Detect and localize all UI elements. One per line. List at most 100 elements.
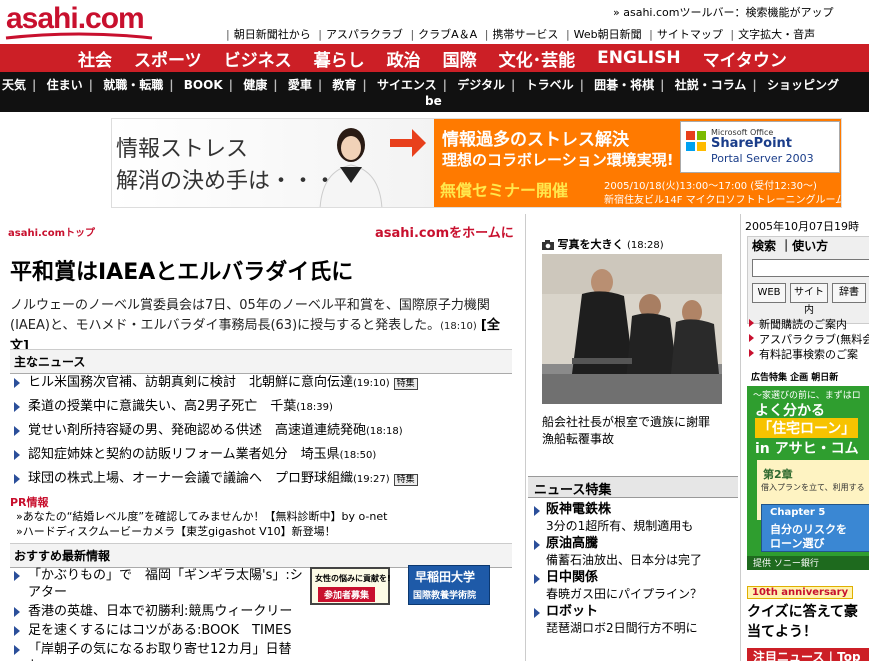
nav-international[interactable]: 国際: [443, 46, 477, 71]
toolbar-promo-link[interactable]: » asahi.comツールバー：検索機能がアップ: [613, 4, 833, 20]
triangle-bullet-icon: [14, 645, 20, 655]
feature-item[interactable]: 日中関係 春暁ガス田にパイプライン？: [534, 570, 738, 602]
lead-time: (18:10): [440, 321, 477, 332]
top-headline[interactable]: 平和賞はIAEAとエルバラダイ氏に: [10, 254, 353, 286]
housing-loan-ad[interactable]: 広告特集 企画 朝日新 〜家選びの前に、まずはロ よく分かる 「住宅ローン」 i…: [747, 370, 869, 570]
subnav-shopping[interactable]: ショッピング: [767, 78, 839, 92]
search-web-button[interactable]: WEB: [752, 283, 786, 303]
recommended-item[interactable]: 「岸朝子の気になるお取り寄せ12カ月」日替わ: [14, 641, 304, 661]
feature-title: ロボット: [546, 604, 599, 619]
feature-item[interactable]: 原油高騰 備蓄石油放出、日本分は完了: [534, 536, 738, 568]
asahi-logo[interactable]: asahi.com: [2, 2, 154, 40]
subnav-travel[interactable]: トラベル: [526, 78, 574, 92]
feature-item[interactable]: ロボット 琵琶湖ロボ2日間行方不明に: [534, 604, 738, 636]
link-asparaclub[interactable]: アスパラクラブ: [326, 28, 403, 41]
subnav-editorial[interactable]: 社説・コラム: [675, 78, 747, 92]
ad-chapter5-title: Chapter 5: [770, 507, 826, 518]
women-recruit-ad[interactable]: 女性の悩みに貢献を! 参加者募集: [310, 567, 391, 605]
pr-item[interactable]: »あなたの“結婚レベル度”を確認してみませんか！【無料診断中】by o-net: [16, 508, 387, 523]
office-logo-icon: [686, 131, 706, 151]
news-time: (18:39): [296, 402, 333, 413]
news-text: 覚せい剤所持容疑の男、発砲認める供述 高速道連続発砲: [28, 423, 367, 438]
feature-title: 原油高騰: [546, 536, 599, 551]
triangle-bullet-icon: [14, 402, 20, 412]
triangle-bullet-icon: [749, 349, 754, 357]
utility-links: | 朝日新聞社から | アスパラクラブ | クラブA＆A | 携帯サービス | Web朝日…: [226, 28, 816, 41]
logo-swoosh-icon: [5, 32, 153, 40]
nav-business[interactable]: ビジネス: [224, 46, 292, 71]
featured-news-header[interactable]: 注目ニュース | Top: [747, 648, 869, 661]
feature-badge[interactable]: 特集: [393, 378, 418, 390]
news-photo[interactable]: [542, 254, 722, 404]
subnav-health[interactable]: 健康: [243, 78, 267, 92]
feature-item[interactable]: 阪神電鉄株 3分の1超所有、規制適用も: [534, 502, 738, 534]
link-sitemap[interactable]: サイトマップ: [657, 28, 723, 41]
ad2-line1: 早稲田大学: [415, 570, 476, 584]
link-asahi-company[interactable]: 朝日新聞社から: [234, 28, 311, 41]
search-input[interactable]: [752, 259, 869, 277]
news-item[interactable]: ヒル米国務次官補、訪朝真剣に検討 北朝鮮に意向伝達(19:10) 特集: [14, 372, 514, 396]
banner-left-line2: 解消の決め手は・・・: [116, 169, 337, 194]
subnav-go-shogi[interactable]: 囲碁・将棋: [594, 78, 654, 92]
news-item[interactable]: 覚せい剤所持容疑の男、発砲認める供述 高速道連続発砲(18:18): [14, 420, 514, 444]
search-site-button[interactable]: サイト内: [790, 283, 828, 316]
sidebar-link[interactable]: アスパラクラブ(無料会: [749, 331, 869, 346]
recommended-item[interactable]: 「かぶりもの」で 福岡「ギンギラ太陽's」:シアター: [14, 567, 304, 601]
subnav-book[interactable]: BOOK: [184, 78, 223, 92]
current-date: 2005年10月07日19時: [745, 220, 859, 233]
search-dictionary-button[interactable]: 辞書: [832, 283, 866, 303]
subnav-education[interactable]: 教育: [332, 78, 356, 92]
enlarge-photo-link[interactable]: 写真を大きく (18:28): [542, 236, 664, 252]
breadcrumb-top[interactable]: asahi.comトップ: [8, 224, 95, 239]
subnav-digital[interactable]: デジタル: [457, 78, 505, 92]
main-news-heading: 主なニュース: [10, 349, 512, 374]
news-item[interactable]: 柔道の授業中に意識失い、高2男子死亡 千葉(18:39): [14, 396, 514, 420]
nav-english[interactable]: ENGLISH: [597, 48, 680, 68]
sidebar-links: 新聞購読のご案内 アスパラクラブ(無料会 有料記事検索のご案: [749, 316, 869, 361]
news-item[interactable]: 球団の株式上場、オーナー会議で議論へ プロ野球組織(19:27) 特集: [14, 468, 514, 492]
triangle-bullet-icon: [534, 506, 540, 516]
feature-badge[interactable]: 特集: [393, 474, 418, 486]
subnav-car[interactable]: 愛車: [288, 78, 312, 92]
link-web-asahi[interactable]: Web朝日新聞: [574, 28, 642, 41]
link-club-aa[interactable]: クラブA＆A: [418, 28, 477, 41]
pr-item[interactable]: »ハードディスクムービーカメラ【東芝gigashot V10】新登場！: [16, 523, 387, 538]
triangle-bullet-icon: [14, 607, 20, 617]
nav-culture[interactable]: 文化･芸能: [499, 46, 576, 71]
recommended-item[interactable]: 足を速くするにはコツがある:BOOK TIMES: [14, 622, 304, 639]
link-text-size[interactable]: 文字拡大・音声: [738, 28, 815, 41]
quiz-promo[interactable]: 10th anniversary クイズに答えて豪 当てよう！: [747, 584, 869, 641]
search-label[interactable]: 検索 ｜使い方: [752, 237, 828, 254]
link-mobile[interactable]: 携帯サービス: [492, 28, 558, 41]
recommended-item[interactable]: 香港の英雄、日本で初勝利:競馬ウィークリー: [14, 603, 304, 620]
nav-politics[interactable]: 政治: [387, 46, 421, 71]
news-text: 認知症姉妹と契約の訪販リフォーム業者処分 埼玉県: [28, 447, 340, 462]
feature-sub: 3分の1超所有、規制適用も: [546, 519, 694, 533]
feature-heading: ニュース特集: [528, 476, 738, 498]
sharepoint-banner-ad[interactable]: 情報ストレス 解消の決め手は・・・ 情報過多のストレス解決 理想のコラボレーショ…: [111, 118, 842, 208]
subnav-science[interactable]: サイエンス: [377, 78, 437, 92]
triangle-bullet-icon: [14, 474, 20, 484]
subnav-jobs[interactable]: 就職・転職: [103, 78, 163, 92]
nav-mytown[interactable]: マイタウン: [703, 46, 787, 71]
waseda-ad[interactable]: 早稲田大学 国際教養学術院: [408, 565, 490, 605]
recommended-text: 足を速くするにはコツがある:BOOK TIMES: [28, 623, 292, 638]
nav-life[interactable]: 暮らし: [314, 46, 365, 71]
subnav-be[interactable]: be: [425, 94, 442, 108]
photo-caption[interactable]: 船会社社長が根室で遺族に謝罪 漁船転覆事故: [542, 414, 727, 448]
triangle-bullet-icon: [14, 571, 20, 581]
nav-sports[interactable]: スポーツ: [134, 46, 202, 71]
sub-navigation: 天気 | 住まい | 就職・転職 | BOOK | 健康 | 愛車 | 教育 | サイエンス |…: [0, 72, 869, 112]
subnav-housing[interactable]: 住まい: [47, 78, 83, 92]
nav-society[interactable]: 社会: [78, 46, 112, 71]
news-item[interactable]: 認知症姉妹と契約の訪販リフォーム業者処分 埼玉県(18:50): [14, 444, 514, 468]
news-feature-box: ニュース特集 阪神電鉄株 3分の1超所有、規制適用も 原油高騰 備蓄石油放出、日本分…: [528, 476, 738, 638]
triangle-bullet-icon: [14, 450, 20, 460]
subnav-weather[interactable]: 天気: [2, 78, 26, 92]
set-home-link[interactable]: asahi.comをホームに: [375, 222, 514, 241]
quiz-line2: 当てよう！: [747, 624, 817, 640]
sidebar-link[interactable]: 有料記事検索のご案: [749, 346, 869, 361]
sidebar-link[interactable]: 新聞購読のご案内: [749, 316, 869, 331]
banner-subtitle: 理想のコラボレーション環境実現!: [442, 151, 674, 169]
news-time: (19:27): [353, 474, 390, 485]
